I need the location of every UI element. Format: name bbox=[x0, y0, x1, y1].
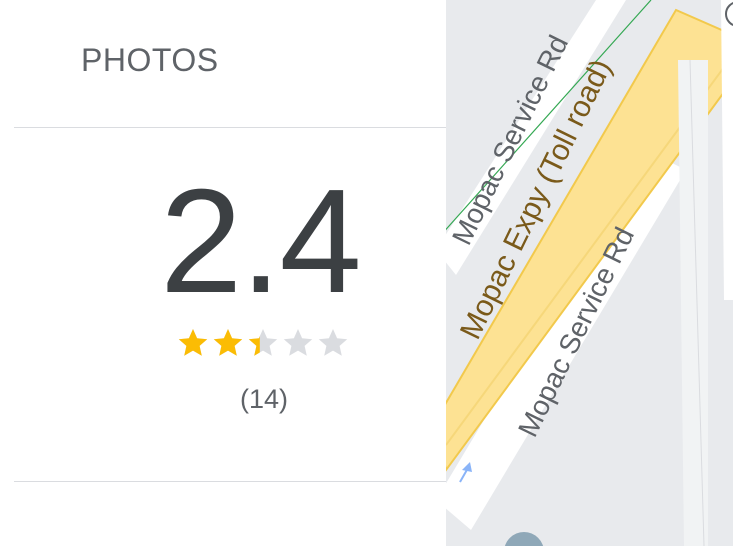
star-rating bbox=[177, 327, 349, 359]
star-icon bbox=[213, 329, 243, 356]
place-info-panel: PHOTOS 2.4 (14) bbox=[0, 0, 446, 546]
star-icon bbox=[283, 329, 313, 356]
map-view[interactable]: Mopac Service Rd Mopac Expy (Toll road) … bbox=[446, 0, 733, 546]
divider bbox=[14, 127, 446, 128]
review-count[interactable]: (14) bbox=[240, 384, 288, 415]
half-star-icon bbox=[248, 329, 278, 356]
divider bbox=[14, 481, 446, 482]
star-icon bbox=[318, 329, 348, 356]
tab-photos[interactable]: PHOTOS bbox=[81, 42, 219, 79]
rating-value: 2.4 bbox=[160, 159, 362, 324]
star-icon bbox=[178, 329, 208, 356]
app-frame: PHOTOS 2.4 (14) Mopac Service Rd Mopac E… bbox=[0, 0, 733, 546]
